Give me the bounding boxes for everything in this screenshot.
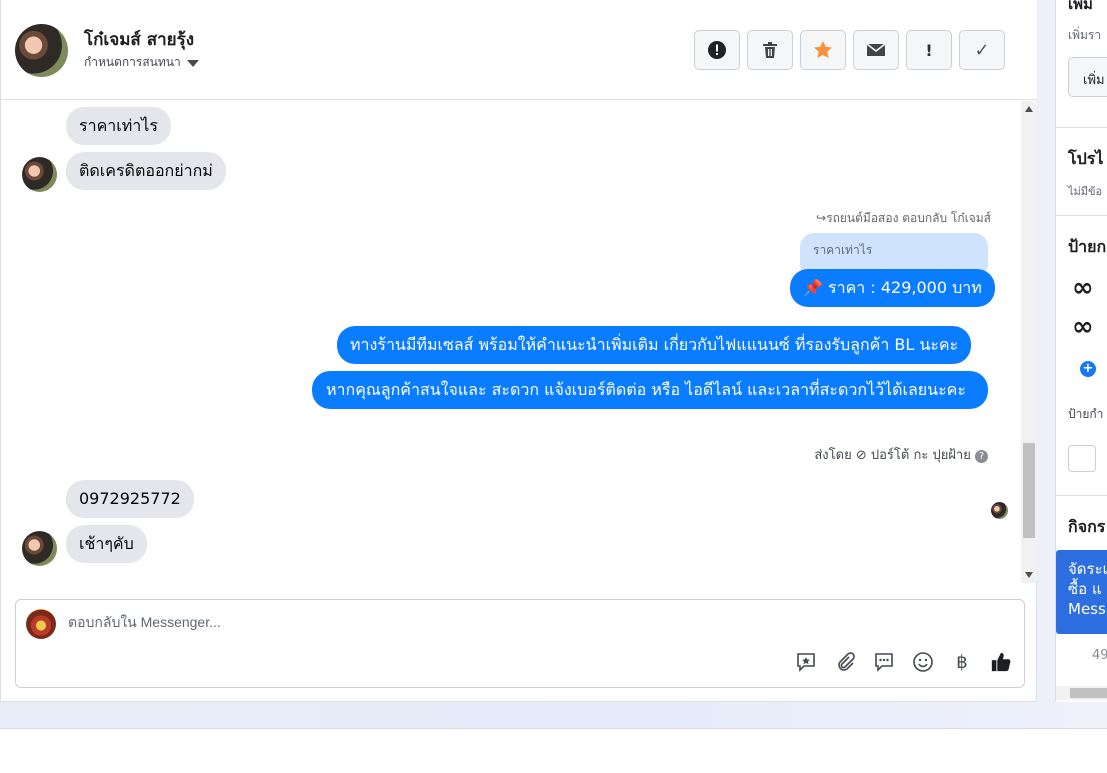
conversation-settings-dropdown[interactable]: กำหนดการสนทนา — [84, 53, 199, 72]
exclamation-icon: ! — [925, 40, 933, 60]
help-icon[interactable]: ? — [975, 450, 988, 463]
quick-reply-button[interactable] — [873, 651, 895, 673]
alert-circle-icon — [708, 41, 726, 59]
scrollbar-thumb[interactable] — [1023, 443, 1035, 538]
add-section-desc: เพิ่มรา — [1068, 28, 1102, 42]
emoji-icon — [913, 652, 933, 672]
attach-file-button[interactable] — [834, 651, 856, 673]
star-button[interactable] — [800, 30, 846, 70]
chat-panel: โก๋เจมส์ สายรุ้ง กำหนดการสนทนา ! ✓ ราคาเ… — [0, 0, 1037, 702]
mark-done-button[interactable]: ✓ — [959, 30, 1005, 70]
add-section-heading: เพิ่ม — [1068, 0, 1093, 13]
meta-icon[interactable]: ∞ — [1072, 312, 1094, 342]
reply-context: ↪รถยนต์มือสอง ตอบกลับ โก๋เจมส์ — [816, 209, 991, 228]
labels-desc: ป้ายกำ — [1068, 407, 1104, 421]
conversation-header: โก๋เจมส์ สายรุ้ง กำหนดการสนทนา ! ✓ — [1, 0, 1037, 100]
trash-icon — [763, 42, 777, 58]
action-toolbar: ! ✓ — [694, 30, 1005, 70]
reply-input[interactable] — [68, 614, 968, 630]
divider — [1056, 215, 1107, 216]
outgoing-message: หากคุณลูกค้าสนใจและ สะดวก แจ้งเบอร์ติดต่… — [312, 371, 988, 409]
promo-banner[interactable]: จัดระเ ซื้อ แ Mess — [1056, 550, 1107, 634]
mark-spam-button[interactable] — [694, 30, 740, 70]
incoming-message: ติดเครดิตออกย่ากม่ — [66, 152, 226, 190]
contact-avatar-small — [22, 157, 57, 192]
chat-bubble-icon — [875, 653, 893, 672]
sent-by-label: ส่งโดย ⊘ ปอร์โต้ กะ ปุยฝ้าย ? — [814, 444, 988, 465]
divider — [1056, 495, 1107, 496]
activity-count: 49 — [1092, 648, 1107, 663]
contact-name[interactable]: โก๋เจมส์ สายรุ้ง — [84, 26, 194, 53]
checkmark-icon: ✓ — [974, 39, 990, 61]
incoming-message: เช้าๆคับ — [66, 525, 147, 563]
contact-avatar-small — [22, 531, 57, 566]
reply-context-text: รถยนต์มือสอง ตอบกลับ โก๋เจมส์ — [826, 211, 991, 225]
profile-heading: โปรไ — [1068, 149, 1104, 168]
add-button[interactable]: เพิ่ม — [1068, 57, 1107, 97]
envelope-icon — [866, 43, 886, 56]
sent-by-text: ส่งโดย ⊘ ปอร์โต้ กะ ปุยฝ้าย — [814, 448, 971, 463]
saved-reply-icon — [797, 653, 815, 672]
divider — [1056, 127, 1107, 128]
scroll-down-icon[interactable] — [1025, 572, 1033, 578]
chevron-down-icon — [186, 59, 199, 67]
attachment-icon — [838, 652, 855, 671]
outgoing-message: ทางร้านมีทีมเซลส์ พร้อมให้คำแนะนำเพิ่มเต… — [337, 326, 972, 364]
star-icon — [814, 41, 832, 58]
follow-up-button[interactable]: ! — [906, 30, 952, 70]
page: โก๋เจมส์ สายรุ้ง กำหนดการสนทนา ! ✓ ราคาเ… — [0, 0, 1107, 773]
activity-heading: กิจกร — [1068, 517, 1106, 536]
label-checkbox[interactable] — [1068, 445, 1096, 472]
saved-reply-button[interactable] — [795, 651, 817, 673]
delete-button[interactable] — [747, 30, 793, 70]
thumbs-up-icon — [991, 652, 1011, 672]
divider — [0, 728, 1107, 729]
meta-icon[interactable]: ∞ — [1072, 273, 1094, 303]
customer-info-panel: เพิ่ม เพิ่มรา เพิ่ม โปรไ ไม่มีข้อ ป้ายก … — [1055, 0, 1107, 702]
baht-icon: ฿ — [956, 651, 968, 673]
incoming-message: 0972925772 — [66, 480, 194, 518]
like-button[interactable] — [990, 651, 1012, 673]
conversation-settings-label: กำหนดการสนทนา — [84, 55, 181, 69]
mark-unread-button[interactable] — [853, 30, 899, 70]
scroll-up-icon[interactable] — [1025, 106, 1033, 112]
labels-heading: ป้ายก — [1068, 237, 1107, 256]
thread-scrollbar[interactable] — [1021, 101, 1037, 583]
reply-toolbar: ฿ — [795, 651, 1012, 673]
profile-desc: ไม่มีข้อ — [1068, 185, 1103, 198]
panel-horizontal-scrollbar[interactable] — [1056, 686, 1107, 700]
plus-circle-icon: + — [1080, 361, 1096, 377]
reply-box: ฿ — [15, 599, 1025, 688]
message-thread[interactable]: ราคาเท่าไร ติดเครดิตออกย่ากม่ ↪รถยนต์มือ… — [1, 101, 1021, 583]
read-receipt-avatar — [991, 502, 1008, 519]
add-label-button[interactable]: + — [1080, 357, 1096, 377]
page-avatar — [26, 609, 56, 639]
emoji-button[interactable] — [912, 651, 934, 673]
contact-avatar[interactable] — [15, 24, 68, 77]
reply-arrow-icon: ↪ — [816, 211, 827, 225]
payment-button[interactable]: ฿ — [951, 651, 973, 673]
incoming-message: ราคาเท่าไร — [66, 107, 171, 145]
scrollbar-thumb[interactable] — [1070, 688, 1107, 698]
outgoing-message: 📌 ราคา : 429,000 บาท — [790, 269, 995, 307]
